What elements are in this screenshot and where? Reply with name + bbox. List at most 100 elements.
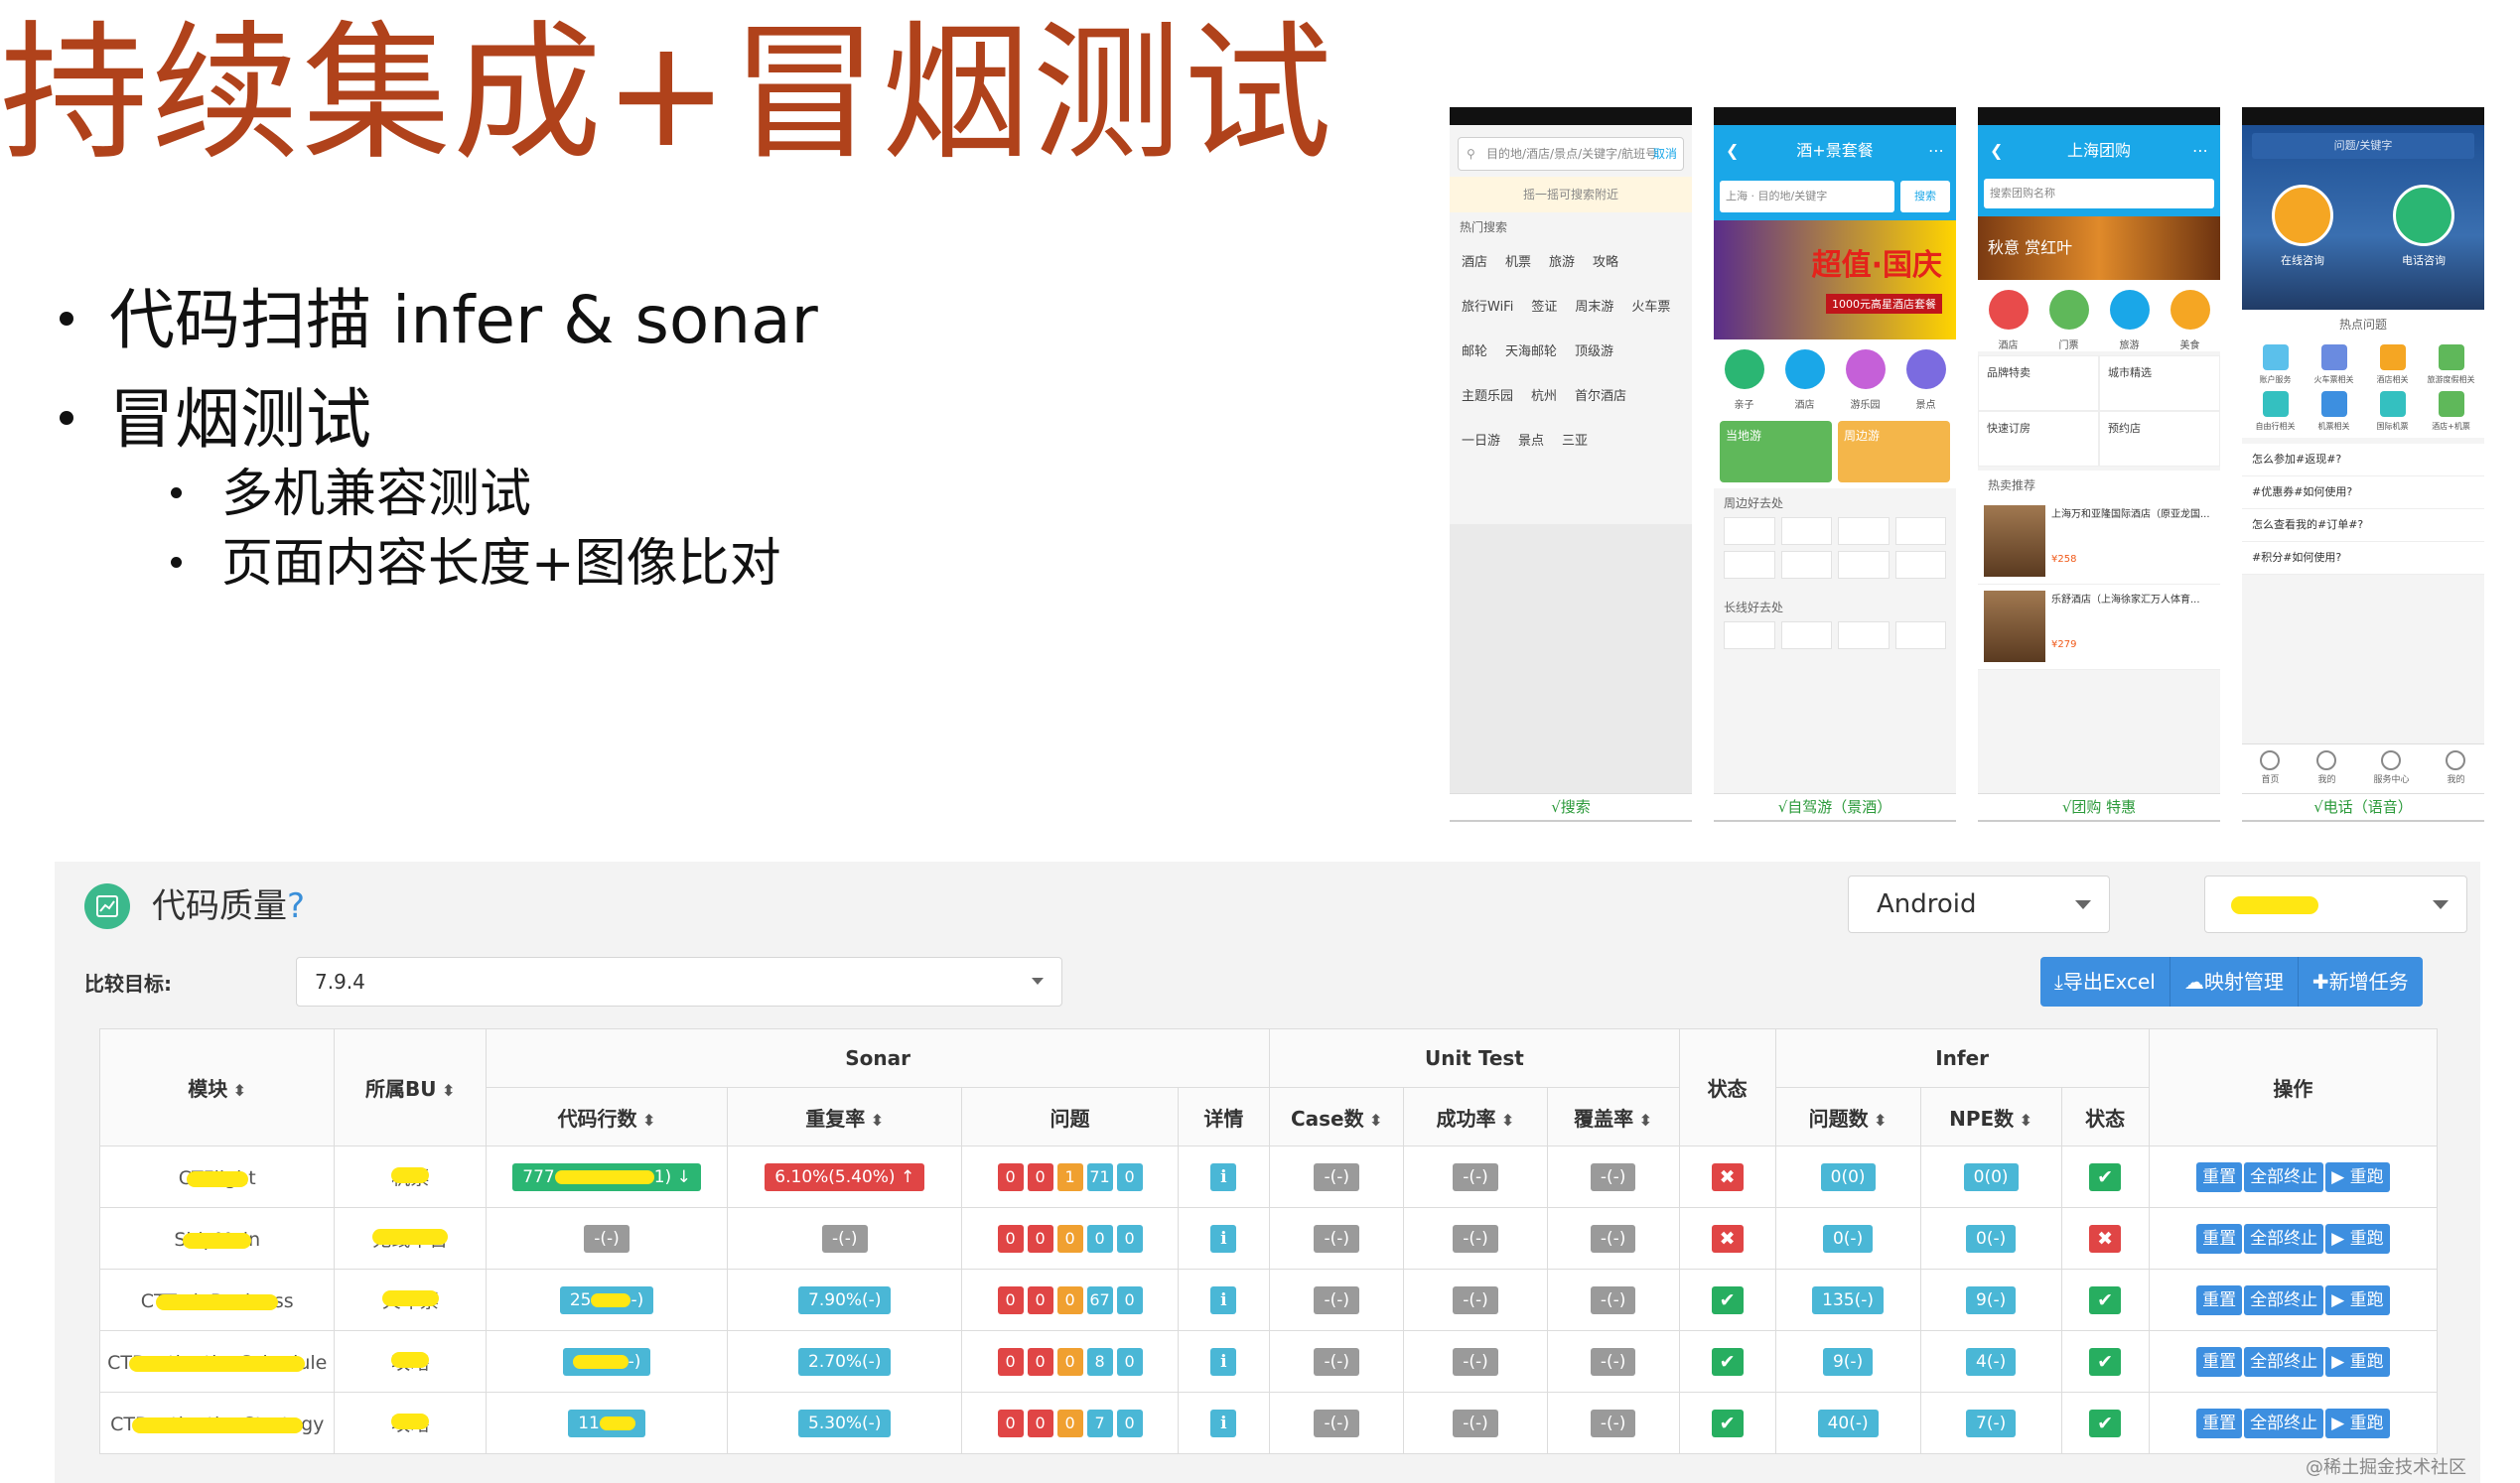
more-icon[interactable]: ⋯ bbox=[1928, 125, 1944, 177]
header-lines[interactable]: 代码行数 bbox=[486, 1087, 729, 1146]
hot-search-chip[interactable]: 邮轮 bbox=[1462, 331, 1487, 369]
info-icon[interactable]: i bbox=[1210, 1409, 1237, 1437]
issue-count-badge[interactable]: 0 bbox=[1056, 1224, 1083, 1253]
search-button[interactable]: 搜索 bbox=[1900, 181, 1950, 212]
hot-search-chip[interactable]: 景点 bbox=[1518, 420, 1544, 459]
issue-count-badge[interactable]: 0 bbox=[1116, 1409, 1143, 1437]
faq-item[interactable]: #优惠券#如何使用? bbox=[2242, 476, 2484, 509]
hot-search-chip[interactable]: 顶级游 bbox=[1575, 331, 1613, 369]
issue-count-badge[interactable]: 0 bbox=[1056, 1409, 1083, 1437]
compare-target-select[interactable]: 7.9.4 bbox=[296, 957, 1062, 1007]
version-select[interactable] bbox=[2204, 876, 2467, 933]
issue-count-badge[interactable]: 0 bbox=[1027, 1224, 1053, 1253]
hot-search-chip[interactable]: 周末游 bbox=[1575, 286, 1613, 325]
hot-search-chip[interactable]: 攻略 bbox=[1593, 241, 1618, 280]
rerun-button[interactable]: ▶ 重跑 bbox=[2325, 1408, 2390, 1438]
category-item[interactable]: 酒店 bbox=[1979, 280, 2038, 351]
hot-search-chip[interactable]: 主题乐园 bbox=[1462, 375, 1513, 414]
service-item[interactable]: 酒店相关 bbox=[2363, 338, 2422, 385]
hot-search-chip[interactable]: 一日游 bbox=[1462, 420, 1500, 459]
cancel-button[interactable]: 取消 bbox=[1653, 138, 1677, 170]
info-icon[interactable]: i bbox=[1210, 1224, 1237, 1253]
category-item[interactable]: 旅游 bbox=[2100, 280, 2160, 351]
hot-search-chip[interactable]: 机票 bbox=[1505, 241, 1531, 280]
issue-count-badge[interactable]: 0 bbox=[1027, 1409, 1053, 1437]
hot-search-chip[interactable]: 旅行WiFi bbox=[1462, 286, 1513, 325]
stop-all-button[interactable]: 全部终止 bbox=[2244, 1223, 2324, 1254]
reset-button[interactable]: 重置 bbox=[2196, 1161, 2243, 1192]
search-input[interactable]: 问题/关键字 bbox=[2252, 133, 2474, 159]
header-problems[interactable]: 问题数 bbox=[1774, 1087, 1921, 1146]
category-item[interactable]: 酒店 bbox=[1775, 339, 1835, 411]
category-item[interactable]: 亲子 bbox=[1715, 339, 1774, 411]
info-icon[interactable]: i bbox=[1210, 1162, 1237, 1191]
hot-search-chip[interactable]: 酒店 bbox=[1462, 241, 1487, 280]
issue-count-badge[interactable]: 0 bbox=[1027, 1285, 1053, 1314]
faq-item[interactable]: 怎么查看我的#订单#? bbox=[2242, 509, 2484, 542]
promo-banner[interactable]: 秋意 赏红叶 bbox=[1978, 216, 2220, 280]
reset-button[interactable]: 重置 bbox=[2196, 1223, 2243, 1254]
feature-item[interactable]: 城市精选 bbox=[2099, 355, 2220, 411]
service-item[interactable]: 酒店+机票 bbox=[2422, 385, 2480, 432]
hotel-item[interactable]: 上海万和亚隆国际酒店（原亚龙国... ¥258 bbox=[1978, 499, 2220, 585]
issue-count-badge[interactable]: 0 bbox=[997, 1347, 1024, 1376]
contact-button[interactable]: 在线咨询 bbox=[2272, 185, 2333, 268]
tab-item[interactable]: 服务中心 bbox=[2373, 744, 2409, 794]
hot-search-chip[interactable]: 签证 bbox=[1531, 286, 1557, 325]
service-item[interactable]: 国际机票 bbox=[2363, 385, 2422, 432]
promo-banner[interactable]: 超值·国庆 1000元高星酒店套餐 bbox=[1714, 220, 1956, 339]
issue-count-badge[interactable]: 71 bbox=[1086, 1162, 1113, 1191]
feature-item[interactable]: 预约店 bbox=[2099, 411, 2220, 467]
rerun-button[interactable]: ▶ 重跑 bbox=[2325, 1161, 2390, 1192]
tab-item[interactable]: 首页 bbox=[2260, 744, 2281, 794]
header-module[interactable]: 模块 bbox=[98, 1028, 336, 1146]
hot-search-chip[interactable]: 旅游 bbox=[1549, 241, 1575, 280]
search-input[interactable]: 搜索团购名称 bbox=[1984, 179, 2214, 208]
stop-all-button[interactable]: 全部终止 bbox=[2244, 1161, 2324, 1192]
header-coverage[interactable]: 覆盖率 bbox=[1546, 1087, 1680, 1146]
header-bu[interactable]: 所属BU bbox=[334, 1028, 488, 1146]
category-item[interactable]: 美食 bbox=[2161, 280, 2220, 351]
rerun-button[interactable]: ▶ 重跑 bbox=[2325, 1284, 2390, 1315]
info-icon[interactable]: i bbox=[1210, 1347, 1237, 1376]
promo-card[interactable]: 当地游 bbox=[1720, 421, 1832, 482]
header-success[interactable]: 成功率 bbox=[1403, 1087, 1548, 1146]
issue-count-badge[interactable]: 0 bbox=[1056, 1285, 1083, 1314]
issue-count-badge[interactable]: 0 bbox=[997, 1285, 1024, 1314]
mapping-manage-button[interactable]: ☁映射管理 bbox=[2170, 957, 2299, 1007]
hot-search-chip[interactable]: 杭州 bbox=[1531, 375, 1557, 414]
platform-select[interactable]: Android bbox=[1848, 876, 2110, 933]
issue-count-badge[interactable]: 0 bbox=[997, 1409, 1024, 1437]
header-cases[interactable]: Case数 bbox=[1269, 1087, 1405, 1146]
issue-count-badge[interactable]: 1 bbox=[1056, 1162, 1083, 1191]
issue-count-badge[interactable]: 0 bbox=[1116, 1224, 1143, 1253]
hot-search-chip[interactable]: 首尔酒店 bbox=[1575, 375, 1626, 414]
feature-item[interactable]: 品牌特卖 bbox=[1978, 355, 2099, 411]
faq-item[interactable]: #积分#如何使用? bbox=[2242, 542, 2484, 575]
rerun-button[interactable]: ▶ 重跑 bbox=[2325, 1346, 2390, 1377]
issue-count-badge[interactable]: 0 bbox=[1116, 1162, 1143, 1191]
contact-button[interactable]: 电话咨询 bbox=[2393, 185, 2454, 268]
service-item[interactable]: 火车票相关 bbox=[2305, 338, 2363, 385]
help-icon[interactable]: ? bbox=[287, 886, 305, 926]
issue-count-badge[interactable]: 7 bbox=[1086, 1409, 1113, 1437]
stop-all-button[interactable]: 全部终止 bbox=[2244, 1408, 2324, 1438]
stop-all-button[interactable]: 全部终止 bbox=[2244, 1346, 2324, 1377]
promo-card[interactable]: 周边游 bbox=[1838, 421, 1950, 482]
hot-search-chip[interactable]: 天海邮轮 bbox=[1505, 331, 1557, 369]
issue-count-badge[interactable]: 67 bbox=[1086, 1285, 1113, 1314]
issue-count-badge[interactable]: 0 bbox=[1116, 1347, 1143, 1376]
header-dup[interactable]: 重复率 bbox=[727, 1087, 963, 1146]
service-item[interactable]: 机票相关 bbox=[2305, 385, 2363, 432]
add-task-button[interactable]: ✚新增任务 bbox=[2298, 957, 2423, 1007]
back-icon[interactable]: ❮ bbox=[1990, 125, 2003, 177]
hot-search-chip[interactable]: 火车票 bbox=[1631, 286, 1670, 325]
issue-count-badge[interactable]: 0 bbox=[1056, 1347, 1083, 1376]
issue-count-badge[interactable]: 0 bbox=[1027, 1162, 1053, 1191]
issue-count-badge[interactable]: 0 bbox=[1086, 1224, 1113, 1253]
rerun-button[interactable]: ▶ 重跑 bbox=[2325, 1223, 2390, 1254]
category-item[interactable]: 门票 bbox=[2039, 280, 2099, 351]
hot-search-chip[interactable]: 三亚 bbox=[1562, 420, 1588, 459]
service-item[interactable]: 自由行相关 bbox=[2246, 385, 2305, 432]
more-icon[interactable]: ⋯ bbox=[2192, 125, 2208, 177]
